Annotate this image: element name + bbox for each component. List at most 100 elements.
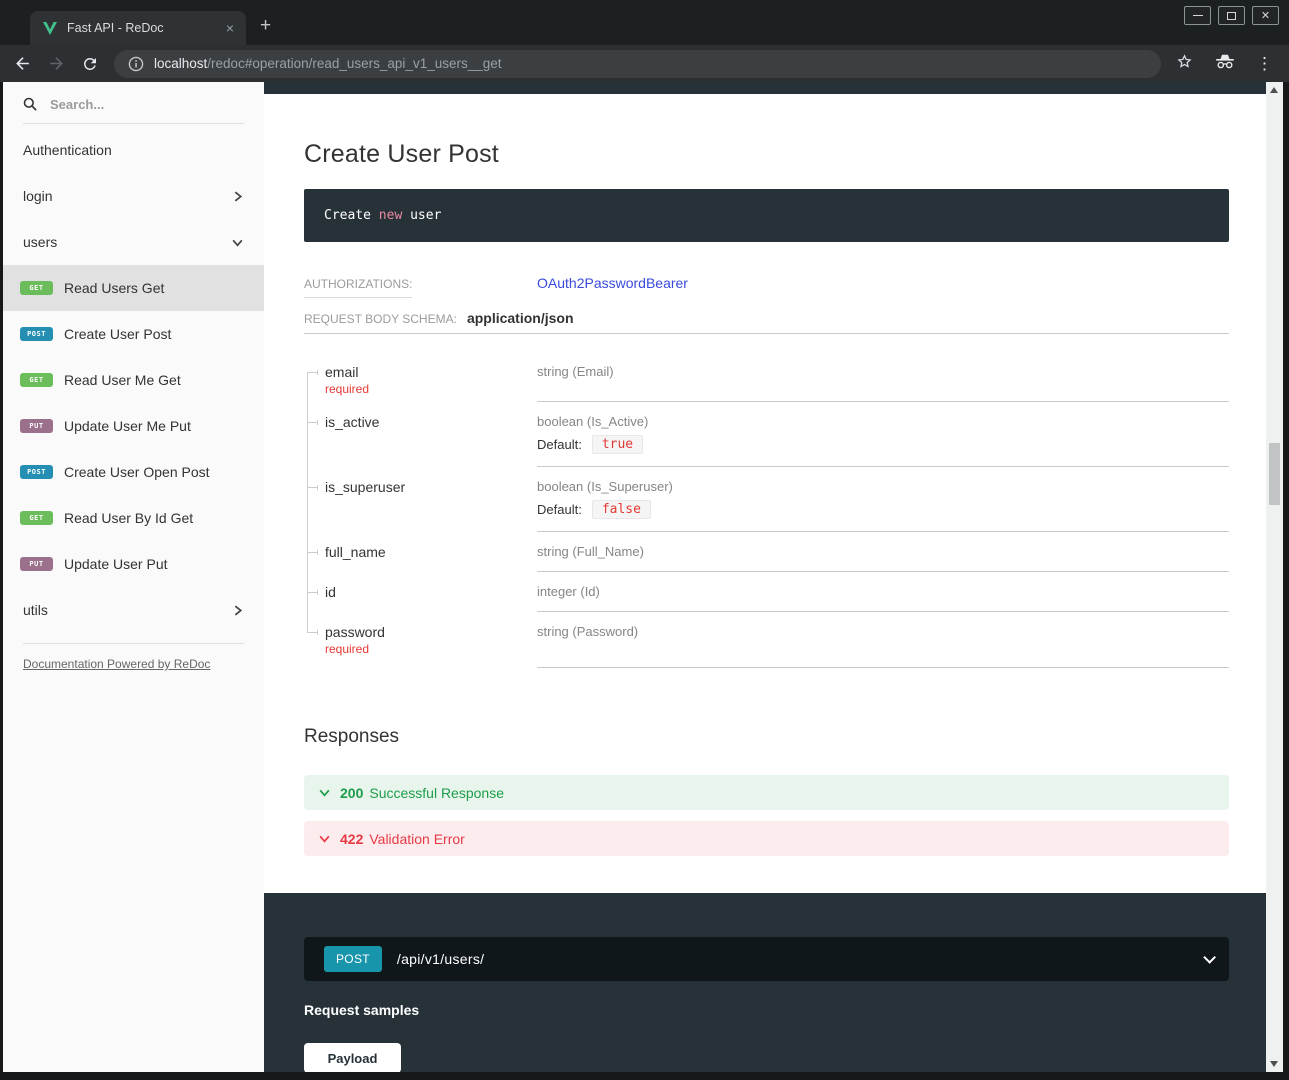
- close-button[interactable]: ✕: [1252, 6, 1279, 25]
- new-tab-button[interactable]: +: [260, 16, 271, 35]
- response-panel-200[interactable]: 200 Successful Response: [304, 775, 1229, 810]
- back-button[interactable]: [10, 52, 34, 76]
- field-name: password: [325, 624, 527, 640]
- favicon-v-icon: [42, 20, 58, 36]
- tree-line: [307, 372, 308, 402]
- browser-tab[interactable]: Fast API - ReDoc ×: [30, 11, 246, 45]
- field-default: Default:false: [537, 500, 1229, 519]
- method-badge-get: GET: [20, 511, 53, 525]
- maximize-button[interactable]: [1218, 6, 1245, 25]
- sidebar-item-label: users: [23, 234, 57, 250]
- sidebar-item-label: Authentication: [23, 142, 112, 158]
- request-samples-title: Request samples: [304, 1002, 1229, 1018]
- browser-window: Fast API - ReDoc × + ✕ localhost/redoc#o…: [0, 0, 1289, 1080]
- doc-content: Create User Post Create new user AUTHORI…: [264, 82, 1266, 1072]
- schema-row-password: passwordrequiredstring (Password): [304, 612, 1229, 668]
- forward-button[interactable]: [44, 52, 68, 76]
- sidebar-item-label: Create User Post: [64, 326, 171, 342]
- sidebar-item-read-user-by-id-get[interactable]: GET Read User By Id Get: [3, 495, 264, 541]
- responses-list: 200 Successful Response 422 Validation Erro…: [304, 775, 1229, 856]
- tree-line: [307, 402, 308, 467]
- scrollbar-thumb[interactable]: [1269, 443, 1280, 505]
- sidebar-item-login[interactable]: login: [3, 173, 264, 219]
- authorizations-label: AUTHORIZATIONS:: [304, 277, 412, 298]
- responses-title: Responses: [304, 726, 1229, 748]
- sidebar-item-label: Update User Put: [64, 556, 168, 572]
- window-controls: ✕: [1184, 6, 1279, 25]
- browser-titlebar: Fast API - ReDoc × + ✕: [0, 0, 1289, 45]
- bookmark-star-icon[interactable]: [1175, 52, 1194, 76]
- sidebar-item-read-user-me-get[interactable]: GETRead User Me Get: [3, 357, 264, 403]
- content-type-value: application/json: [467, 310, 574, 326]
- field-default: Default:true: [537, 435, 1229, 454]
- schema-row-is_active: is_activeboolean (Is_Active)Default:true: [304, 402, 1229, 467]
- browser-menu-icon[interactable]: ⋮: [1256, 56, 1273, 71]
- request-body-schema-label: REQUEST BODY SCHEMA:: [304, 312, 457, 326]
- sidebar-item-update-user-put[interactable]: PUT Update User Put: [3, 541, 264, 587]
- field-type: string (Email): [537, 364, 1229, 379]
- powered-by-redoc-link[interactable]: Documentation Powered by ReDoc: [23, 657, 210, 671]
- url-bar[interactable]: localhost/redoc#operation/read_users_api…: [114, 50, 1161, 78]
- endpoint-dropdown[interactable]: POST /api/v1/users/: [304, 937, 1229, 981]
- chevron-down-icon: [1203, 951, 1216, 964]
- scroll-up-arrow[interactable]: [1270, 87, 1278, 93]
- sidebar-item-authentication[interactable]: Authentication: [3, 127, 264, 173]
- sidebar-item-create-user-open-post[interactable]: POSTCreate User Open Post: [3, 449, 264, 495]
- method-badge-get: GET: [20, 281, 53, 295]
- field-name: full_name: [325, 544, 527, 560]
- scrollbar[interactable]: [1266, 82, 1283, 1072]
- chevron-down-icon: [231, 236, 244, 249]
- chevron-right-icon: [231, 604, 244, 617]
- reload-button[interactable]: [78, 52, 102, 76]
- auth-scheme-link[interactable]: OAuth2PasswordBearer: [537, 275, 688, 291]
- browser-navbar: localhost/redoc#operation/read_users_api…: [0, 45, 1289, 82]
- tree-connector: [307, 632, 318, 633]
- search-input[interactable]: [48, 96, 228, 113]
- chevron-down-icon: [318, 832, 331, 845]
- sidebar-item-utils[interactable]: utils: [3, 587, 264, 633]
- chevron-down-icon: [318, 786, 331, 799]
- sidebar-item-update-user-me-put[interactable]: PUTUpdate User Me Put: [3, 403, 264, 449]
- method-badge-put: PUT: [20, 557, 53, 571]
- page-info-icon[interactable]: [128, 56, 144, 72]
- sidebar-item-read-users-get[interactable]: GET Read Users Get: [3, 265, 264, 311]
- field-type: string (Password): [537, 624, 1229, 639]
- sidebar-item-label: Read User By Id Get: [64, 510, 193, 526]
- response-label: Validation Error: [369, 831, 464, 847]
- default-value-chip: false: [592, 500, 651, 519]
- field-name: email: [325, 364, 527, 380]
- operation-description-code: Create new user: [304, 189, 1229, 242]
- sidebar-item-label: Update User Me Put: [64, 418, 191, 434]
- incognito-icon: [1214, 53, 1236, 75]
- sidebar-item-label: Read Users Get: [64, 280, 164, 296]
- required-flag: required: [325, 382, 527, 396]
- scroll-down-arrow[interactable]: [1270, 1061, 1278, 1067]
- tab-close-icon[interactable]: ×: [224, 20, 236, 36]
- tree-connector: [307, 372, 318, 373]
- field-type: boolean (Is_Superuser): [537, 479, 1229, 494]
- tab-title: Fast API - ReDoc: [67, 21, 224, 35]
- payload-tab[interactable]: Payload: [304, 1043, 401, 1072]
- chevron-right-icon: [231, 190, 244, 203]
- url-path: /redoc#operation/read_users_api_v1_users…: [207, 56, 501, 71]
- field-name: id: [325, 584, 527, 600]
- sidebar-nav-list: Authentication login users GET Read Users Ge…: [3, 124, 264, 633]
- response-code: 200: [340, 785, 363, 801]
- request-samples-panel: POST /api/v1/users/ Request samples Payl…: [264, 893, 1266, 1072]
- response-panel-422[interactable]: 422 Validation Error: [304, 821, 1229, 856]
- url-host: localhost: [154, 56, 207, 71]
- tree-line: [307, 612, 308, 632]
- tree-line: [307, 467, 308, 532]
- response-code: 422: [340, 831, 363, 847]
- field-name: is_superuser: [325, 479, 527, 495]
- sidebar-item-label: Create User Open Post: [64, 464, 210, 480]
- sidebar-item-users[interactable]: users: [3, 219, 264, 265]
- sidebar-item-label: utils: [23, 602, 48, 618]
- minimize-button[interactable]: [1184, 6, 1211, 25]
- sidebar-item-create-user-post[interactable]: POSTCreate User Post: [3, 311, 264, 357]
- method-badge-post: POST: [324, 946, 382, 972]
- response-label: Successful Response: [369, 785, 504, 801]
- tree-connector: [307, 422, 318, 423]
- redoc-sidebar: Authentication login users GET Read Users Ge…: [3, 82, 264, 1072]
- default-label: Default:: [537, 437, 582, 452]
